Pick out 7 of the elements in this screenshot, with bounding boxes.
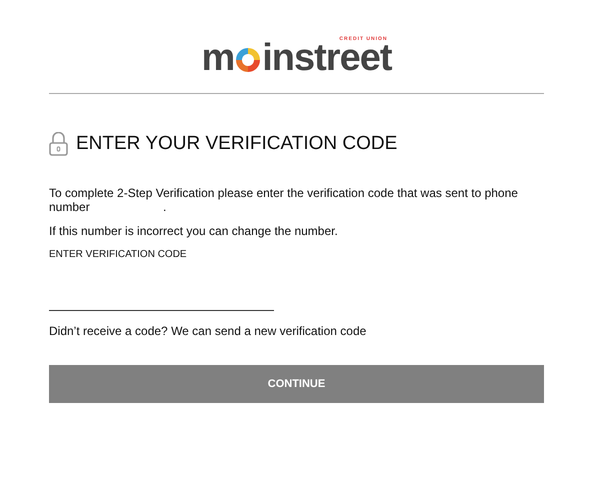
field-label: ENTER VERIFICATION CODE — [49, 248, 188, 262]
instructions-text: To complete 2-Step Verification please enter the verification code that was sent to phone number . — [49, 186, 519, 214]
change-number-text: If this number is incorrect you can change the number. — [49, 224, 339, 238]
resend-text: Didn’t receive a code? We can send a new verification code — [49, 324, 368, 338]
lock-icon — [49, 132, 68, 156]
colorful-circle-icon — [235, 47, 262, 73]
page-heading: ENTER YOUR VERIFICATION CODE — [76, 133, 398, 155]
